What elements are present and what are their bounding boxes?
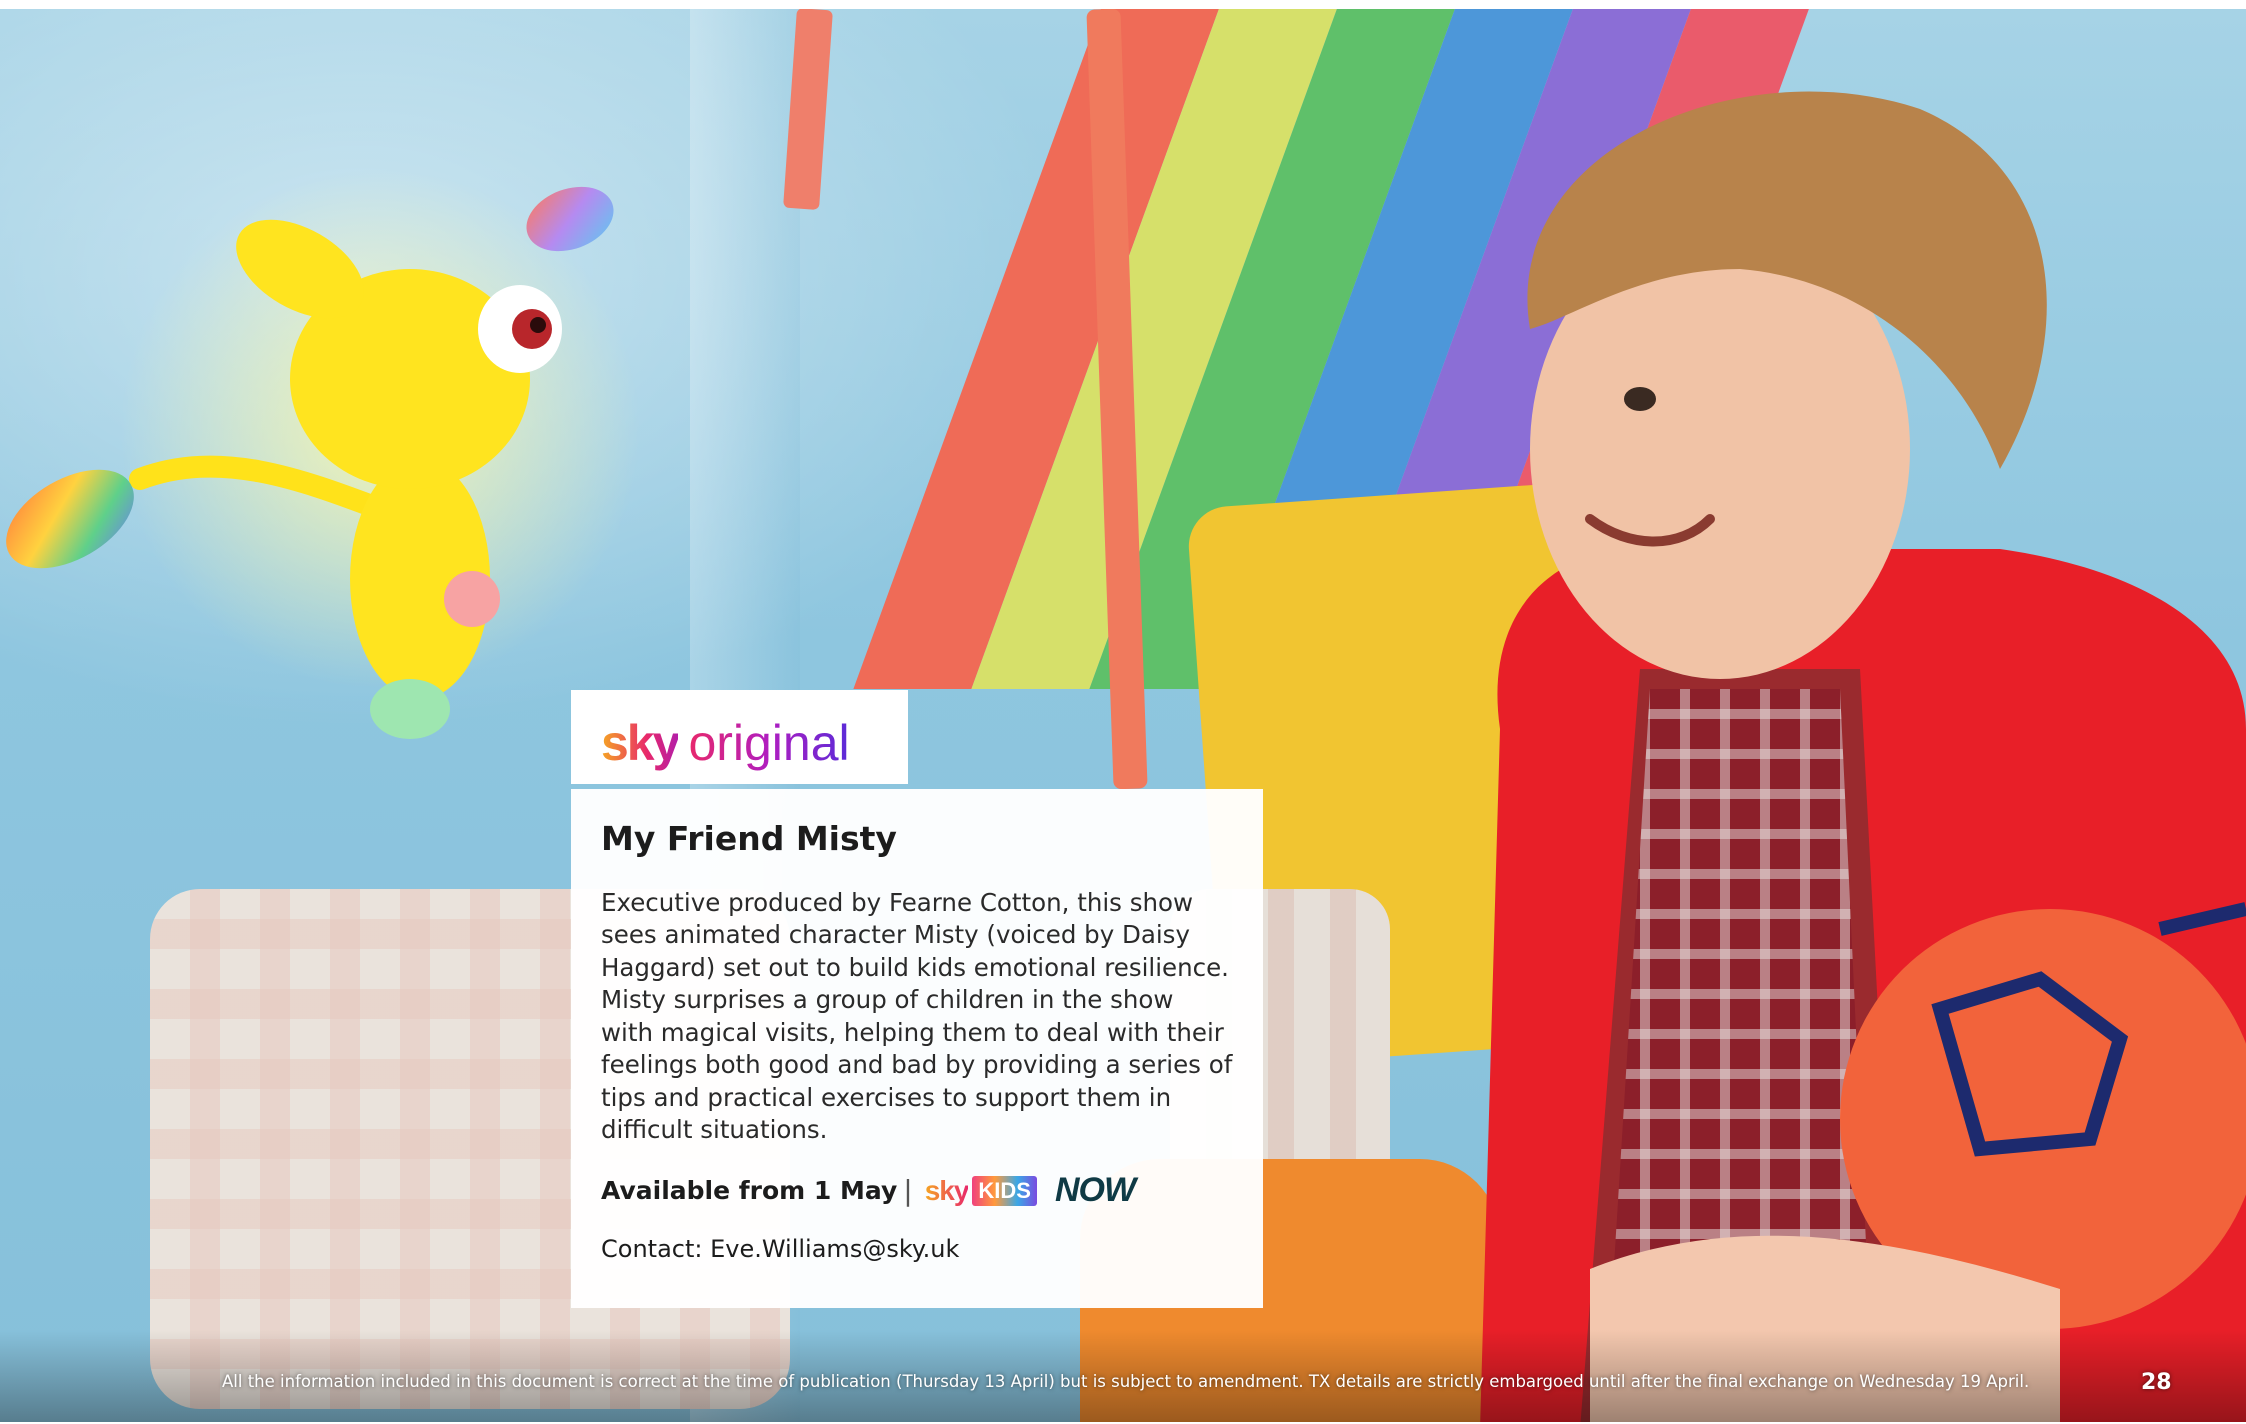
original-logo-text: original bbox=[688, 715, 850, 771]
sky-logo-text: sky bbox=[601, 715, 680, 771]
programme-title: My Friend Misty bbox=[601, 819, 897, 858]
press-page: sky original My Friend Misty Executive pr… bbox=[0, 0, 2246, 1424]
availability-row: Available from 1 May | sky KIDS NOW bbox=[601, 1169, 1233, 1213]
sky-kids-brand: sky bbox=[924, 1174, 970, 1206]
misty-character-illustration bbox=[6, 169, 640, 739]
now-logo: NOW bbox=[1054, 1171, 1136, 1210]
programme-description: Executive produced by Fearne Cotton, thi… bbox=[601, 887, 1233, 1145]
sky-original-logo: sky original bbox=[571, 690, 908, 784]
sky-kids-logo: sky KIDS bbox=[925, 1175, 1037, 1207]
sky-kids-badge: KIDS bbox=[972, 1175, 1037, 1206]
programme-card: My Friend Misty Executive produced by Fe… bbox=[571, 789, 1263, 1308]
page-number: 28 bbox=[2141, 1370, 2172, 1395]
separator: | bbox=[903, 1174, 913, 1208]
contact-email: Contact: Eve.Williams@sky.uk bbox=[601, 1234, 960, 1263]
availability-date: Available from 1 May bbox=[601, 1176, 898, 1206]
boy-with-football-illustration bbox=[1480, 91, 2246, 1422]
footer-disclaimer: All the information included in this doc… bbox=[222, 1372, 2030, 1391]
